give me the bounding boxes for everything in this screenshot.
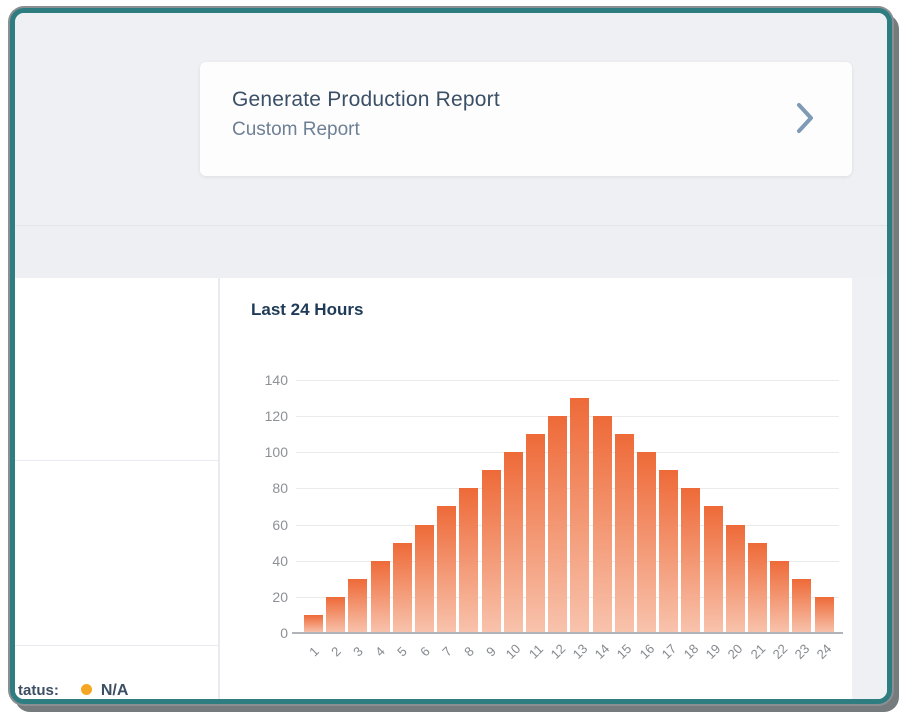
chart-bar-hour-16	[637, 452, 656, 633]
report-card-title: Generate Production Report	[232, 88, 500, 112]
x-axis-tick-label: 22	[769, 641, 790, 662]
x-axis-tick-label: 17	[658, 641, 679, 662]
x-axis-tick-label: 15	[614, 641, 635, 662]
x-axis-tick-label: 23	[791, 641, 812, 662]
chart-bar-hour-18	[681, 488, 700, 633]
x-axis-tick-label: 10	[503, 641, 524, 662]
chart-bar-hour-23	[792, 579, 811, 633]
x-axis-tick-label: 19	[703, 641, 724, 662]
app-window: Generate Production Report Custom Report…	[10, 8, 892, 704]
left-panel: tatus: N/A	[15, 278, 218, 704]
chart-bar-hour-14	[593, 416, 612, 633]
y-axis-tick-label: 80	[248, 480, 288, 496]
y-axis-tick-label: 140	[248, 372, 288, 388]
chart-bar-hour-1	[304, 615, 323, 633]
y-gridline	[296, 488, 839, 489]
status-row: tatus: N/A	[18, 682, 218, 704]
chart-bar-hour-10	[504, 452, 523, 633]
chart-card: Last 24 Hours 02040608010012014012345678…	[220, 278, 852, 704]
left-panel-divider	[15, 645, 218, 646]
x-axis-tick-label: 16	[636, 641, 657, 662]
x-axis-line	[292, 632, 843, 634]
x-axis-tick-label: 6	[417, 644, 433, 660]
x-axis-tick-label: 18	[680, 641, 701, 662]
chart-bar-hour-12	[548, 416, 567, 633]
y-axis-tick-label: 40	[248, 553, 288, 569]
x-axis-tick-label: 13	[569, 641, 590, 662]
status-dot-icon	[81, 684, 92, 695]
x-axis-tick-label: 1	[306, 644, 322, 660]
chart-bar-hour-7	[437, 506, 456, 633]
y-axis-tick-label: 100	[248, 444, 288, 460]
chart-bar-hour-4	[371, 561, 390, 633]
chart-bar-hour-21	[748, 543, 767, 633]
x-axis-tick-label: 11	[525, 641, 545, 661]
x-axis-tick-label: 8	[461, 644, 477, 660]
chart-bar-hour-3	[348, 579, 367, 633]
content-row: tatus:N/A Last 24 Hours 0204060801001201…	[15, 278, 887, 704]
status-value: N/A	[101, 682, 129, 699]
x-axis-tick-label: 14	[592, 641, 613, 662]
top-section: Generate Production Report Custom Report	[15, 13, 887, 225]
y-axis-tick-label: 60	[248, 517, 288, 533]
chevron-right-icon	[794, 101, 816, 135]
gray-band	[15, 226, 887, 278]
y-axis-tick-label: 120	[248, 408, 288, 424]
right-gutter	[852, 278, 887, 704]
x-axis-tick-label: 3	[350, 644, 366, 660]
x-axis-tick-label: 9	[483, 644, 499, 660]
chart-bar-hour-19	[704, 506, 723, 633]
y-gridline	[296, 380, 839, 381]
chart-bar-hour-15	[615, 434, 634, 633]
x-axis-tick-label: 24	[814, 641, 835, 662]
y-gridline	[296, 525, 839, 526]
chart-bar-hour-11	[526, 434, 545, 633]
chart-bar-hour-17	[659, 470, 678, 633]
chart-bar-hour-20	[726, 525, 745, 633]
y-gridline	[296, 416, 839, 417]
chart-title: Last 24 Hours	[251, 300, 363, 320]
chart-bar-hour-5	[393, 543, 412, 633]
x-axis-tick-label: 7	[439, 644, 455, 660]
x-axis-tick-label: 20	[725, 641, 746, 662]
y-gridline	[296, 452, 839, 453]
report-card-subtitle: Custom Report	[232, 119, 360, 141]
y-axis-tick-label: 20	[248, 589, 288, 605]
chart-bar-hour-22	[770, 561, 789, 633]
x-axis-tick-label: 5	[394, 644, 410, 660]
y-axis-tick-label: 0	[248, 625, 288, 641]
bar-chart-plot: 0204060801001201401234567891011121314151…	[296, 380, 839, 633]
chart-bar-hour-6	[415, 525, 434, 633]
x-axis-tick-label: 21	[747, 641, 768, 662]
generate-report-card[interactable]: Generate Production Report Custom Report	[200, 62, 852, 176]
status-label: tatus:	[18, 682, 59, 699]
chart-bar-hour-2	[326, 597, 345, 633]
x-axis-tick-label: 12	[547, 641, 568, 662]
x-axis-tick-label: 4	[372, 644, 388, 660]
chart-bar-hour-9	[482, 470, 501, 633]
left-panel-divider	[15, 460, 218, 461]
x-axis-tick-label: 2	[328, 644, 344, 660]
chart-bar-hour-24	[815, 597, 834, 633]
chart-bar-hour-8	[459, 488, 478, 633]
chart-bar-hour-13	[570, 398, 589, 633]
